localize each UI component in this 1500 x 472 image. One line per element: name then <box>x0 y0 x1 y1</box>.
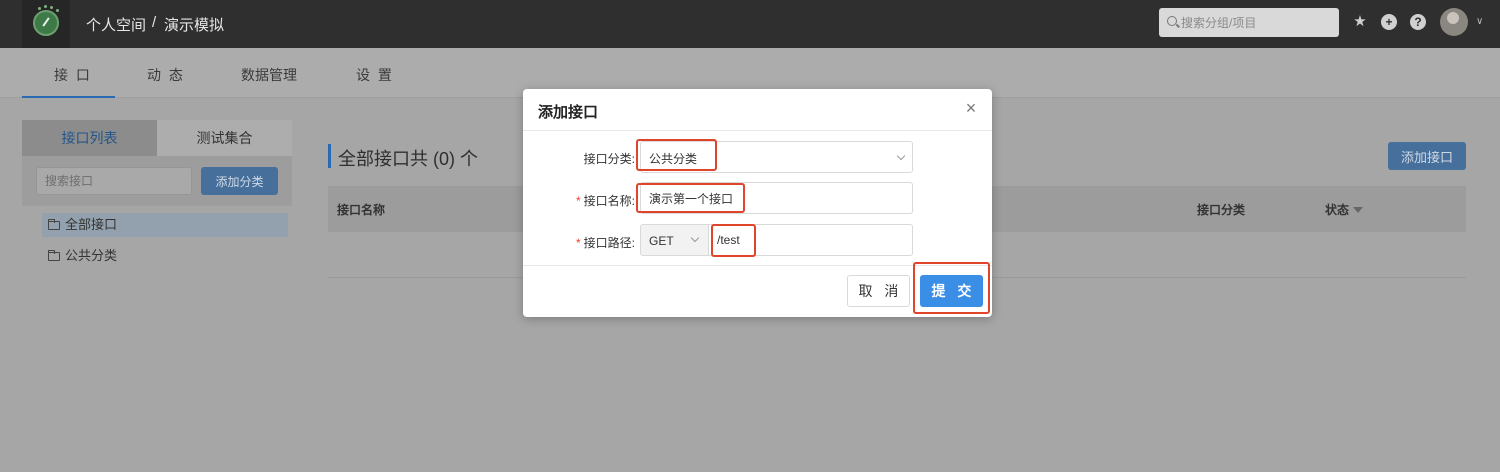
cancel-button[interactable]: 取 消 <box>847 275 910 307</box>
sidebar: 接口列表 测试集合 添加分类 全部接口 公共分类 <box>22 120 292 472</box>
tab-interfaces[interactable]: 接 口 <box>54 65 92 85</box>
page-title: 全部接口共 (0) 个 <box>338 149 479 169</box>
breadcrumb-group[interactable]: 个人空间 <box>86 14 146 35</box>
name-field-label: * 接口名称: <box>575 194 635 208</box>
category-item-label: 公共分类 <box>65 248 118 263</box>
logo-dot <box>44 5 47 8</box>
chevron-down-icon <box>690 233 700 243</box>
submit-button[interactable]: 提 交 <box>920 275 983 307</box>
title-accent-bar <box>328 144 331 168</box>
modal-footer-divider <box>523 265 992 266</box>
top-header: 个人空间 / 演示模拟 ★ + ? ∨ <box>0 0 1500 48</box>
app-logo[interactable] <box>22 0 70 48</box>
category-select[interactable]: 公共分类 <box>640 141 913 173</box>
search-icon <box>1167 16 1177 26</box>
tab-test-collection[interactable]: 测试集合 <box>157 120 292 156</box>
category-tree: 全部接口 公共分类 <box>22 206 292 472</box>
breadcrumb-project[interactable]: 演示模拟 <box>164 14 224 35</box>
required-marker: * <box>575 194 581 208</box>
logo-icon <box>33 10 59 36</box>
interface-name-input[interactable] <box>640 182 913 214</box>
header-search-box[interactable] <box>1159 8 1339 37</box>
logo-dot <box>50 6 53 9</box>
header-search-input[interactable] <box>1181 14 1331 31</box>
chevron-down-icon <box>896 151 906 161</box>
column-interface-category[interactable]: 接口分类 <box>1197 201 1245 218</box>
add-interface-modal: 添加接口 × 接口分类: 公共分类 *接口名称: *接口路径: GET 取 消 … <box>523 89 992 317</box>
chevron-down-icon[interactable]: ∨ <box>1476 16 1483 27</box>
interface-path-input[interactable] <box>708 224 913 256</box>
add-category-button[interactable]: 添加分类 <box>201 167 278 195</box>
tab-interface-list[interactable]: 接口列表 <box>22 120 157 156</box>
category-item-public[interactable]: 公共分类 <box>42 244 288 268</box>
avatar[interactable] <box>1440 8 1468 36</box>
tab-settings[interactable]: 设 置 <box>356 65 394 85</box>
category-item-all[interactable]: 全部接口 <box>42 213 288 237</box>
help-icon[interactable]: ? <box>1410 14 1426 30</box>
modal-title: 添加接口 <box>538 104 599 121</box>
plus-circle-icon[interactable]: + <box>1381 14 1397 30</box>
http-method-value: GET <box>649 234 674 248</box>
close-icon[interactable]: × <box>963 99 979 117</box>
logo-dot <box>56 9 59 12</box>
column-status-label: 状态 <box>1325 203 1350 217</box>
active-tab-indicator <box>22 96 115 98</box>
category-item-label: 全部接口 <box>65 217 118 232</box>
filter-icon[interactable] <box>1353 207 1364 213</box>
tab-activity[interactable]: 动 态 <box>147 65 185 85</box>
path-label-text: 接口路径 <box>583 236 632 250</box>
folder-icon <box>48 250 60 261</box>
category-select-value: 公共分类 <box>649 152 698 166</box>
http-method-select[interactable]: GET <box>640 224 709 256</box>
column-status[interactable]: 状态 <box>1325 201 1364 218</box>
tab-data-management[interactable]: 数据管理 <box>241 65 297 85</box>
sidebar-tabs: 接口列表 测试集合 <box>22 120 292 156</box>
category-field-label: 接口分类: <box>583 152 635 166</box>
interface-search-input[interactable] <box>36 167 192 195</box>
logo-dot <box>38 7 41 10</box>
star-icon[interactable]: ★ <box>1352 14 1368 30</box>
folder-icon <box>48 219 60 230</box>
required-marker: * <box>575 236 581 250</box>
add-interface-button[interactable]: 添加接口 <box>1388 142 1466 170</box>
breadcrumb-separator: / <box>152 14 157 31</box>
modal-header-divider <box>523 130 992 131</box>
column-interface-name[interactable]: 接口名称 <box>337 201 385 218</box>
path-field-label: * 接口路径: <box>575 236 635 250</box>
name-label-text: 接口名称 <box>583 194 632 208</box>
category-label-text: 接口分类 <box>583 152 632 166</box>
